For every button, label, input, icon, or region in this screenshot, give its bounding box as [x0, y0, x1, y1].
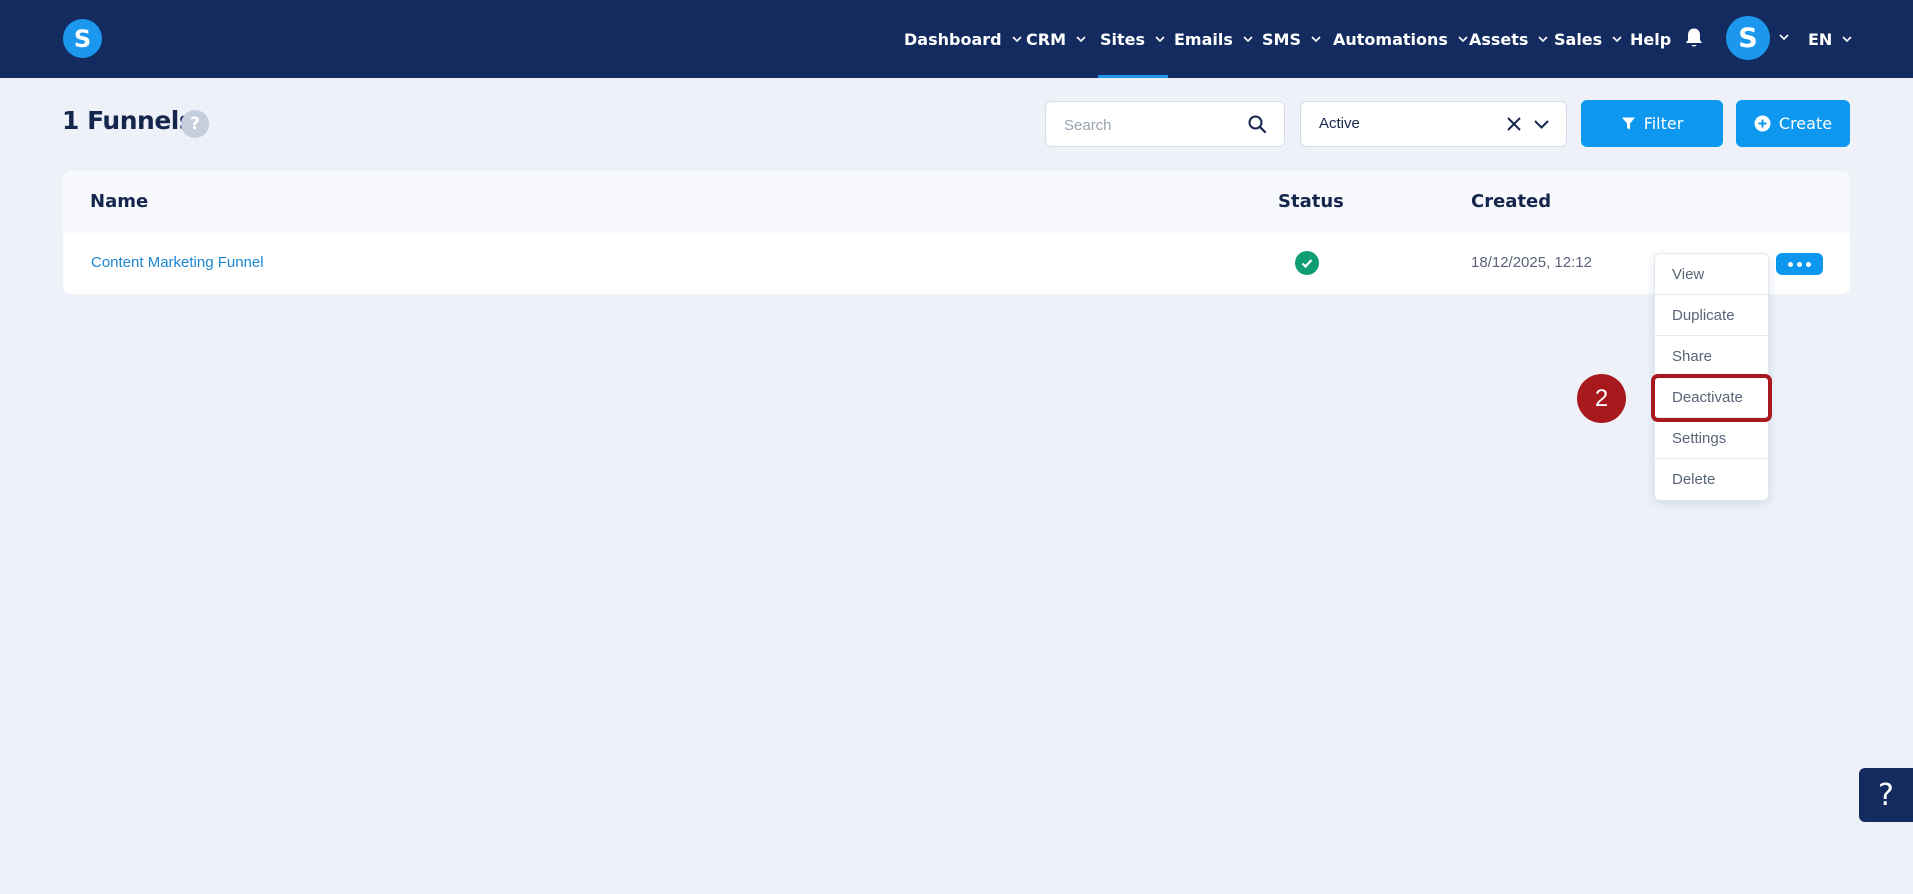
- nav-item-emails[interactable]: Emails: [1174, 0, 1254, 78]
- chevron-down-icon: [1612, 36, 1622, 43]
- menu-item-view[interactable]: View: [1655, 254, 1768, 295]
- help-widget-button[interactable]: ?: [1859, 768, 1913, 822]
- search-input[interactable]: [1064, 114, 1234, 136]
- close-icon[interactable]: [1506, 116, 1522, 132]
- nav-item-sales[interactable]: Sales: [1554, 0, 1623, 78]
- more-dots-icon: [1788, 261, 1793, 267]
- step-number-badge: 2: [1577, 374, 1626, 423]
- nav-item-sms[interactable]: SMS: [1262, 0, 1322, 78]
- menu-item-share[interactable]: Share: [1655, 336, 1768, 377]
- menu-item-deactivate[interactable]: Deactivate: [1655, 377, 1768, 418]
- table-header: Name Status Created: [63, 171, 1850, 233]
- nav-item-dashboard[interactable]: Dashboard: [904, 0, 1023, 78]
- menu-item-duplicate[interactable]: Duplicate: [1655, 295, 1768, 336]
- nav-item-automations[interactable]: Automations: [1333, 0, 1469, 78]
- chevron-down-icon: [1012, 36, 1022, 43]
- column-header-name[interactable]: Name: [90, 191, 148, 212]
- status-active-icon: [1295, 251, 1319, 275]
- chevron-down-icon: [1311, 36, 1321, 43]
- chevron-down-icon: [1076, 36, 1086, 43]
- status-filter-select[interactable]: Active: [1300, 101, 1567, 147]
- filter-button[interactable]: Filter: [1581, 100, 1723, 147]
- nav-item-assets[interactable]: Assets: [1469, 0, 1549, 78]
- funnel-name-link[interactable]: Content Marketing Funnel: [91, 254, 264, 271]
- page-title: 1 Funnels: [62, 106, 194, 135]
- column-header-status[interactable]: Status: [1278, 191, 1344, 212]
- nav-item-help[interactable]: Help: [1630, 0, 1671, 78]
- search-icon[interactable]: [1247, 114, 1267, 134]
- row-actions-button[interactable]: [1776, 253, 1823, 275]
- chevron-down-icon[interactable]: [1533, 117, 1550, 131]
- bell-icon[interactable]: [1684, 27, 1704, 49]
- chevron-down-icon: [1538, 36, 1549, 43]
- plus-circle-icon: [1754, 115, 1771, 132]
- chevron-down-icon: [1243, 36, 1253, 43]
- top-navigation-bar: S Dashboard CRM Sites Emails SMS Automat…: [0, 0, 1913, 78]
- chevron-down-icon: [1155, 36, 1165, 43]
- filter-icon: [1621, 117, 1635, 130]
- nav-item-sites[interactable]: Sites: [1097, 0, 1169, 78]
- menu-item-delete[interactable]: Delete: [1655, 459, 1768, 500]
- funnels-table: Name Status Created Content Marketing Fu…: [63, 171, 1850, 294]
- question-icon: ?: [1878, 777, 1894, 813]
- chevron-down-icon: [1458, 36, 1468, 43]
- row-actions-menu: View Duplicate Share Deactivate Settings…: [1654, 253, 1769, 501]
- language-selector[interactable]: EN: [1808, 0, 1853, 78]
- help-tooltip-icon[interactable]: ?: [181, 110, 209, 138]
- menu-item-settings[interactable]: Settings: [1655, 418, 1768, 459]
- status-filter-value: Active: [1319, 115, 1360, 132]
- chevron-down-icon[interactable]: [1778, 31, 1790, 43]
- column-header-created[interactable]: Created: [1471, 191, 1551, 212]
- created-date: 18/12/2025, 12:12: [1471, 254, 1592, 271]
- app-logo[interactable]: S: [63, 19, 102, 58]
- user-avatar[interactable]: S: [1726, 16, 1770, 60]
- nav-item-crm[interactable]: CRM: [1026, 0, 1087, 78]
- create-button[interactable]: Create: [1736, 100, 1850, 147]
- chevron-down-icon: [1842, 36, 1852, 43]
